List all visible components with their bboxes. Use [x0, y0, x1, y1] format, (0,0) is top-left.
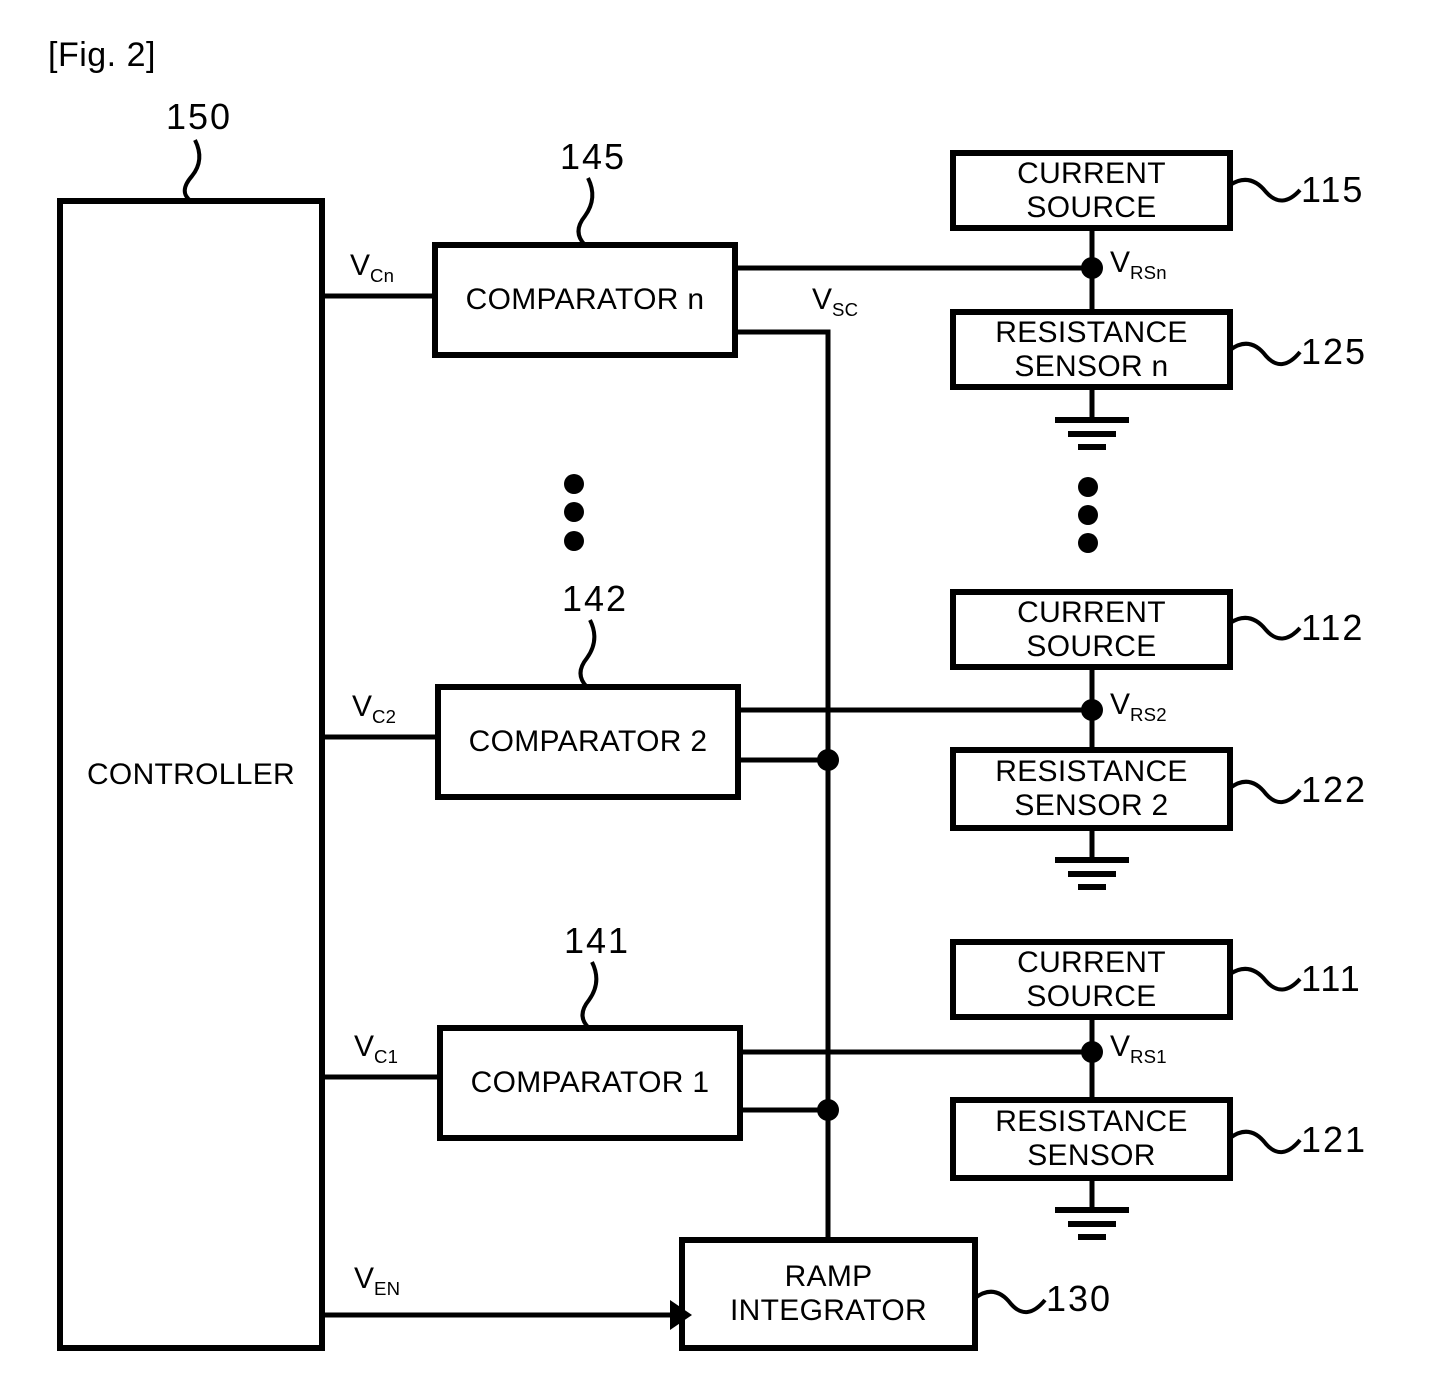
- junction-dot-vrs2: [1081, 699, 1103, 721]
- junction-dot-vrsn: [1081, 257, 1103, 279]
- ref-numeral-125: 125: [1301, 331, 1368, 372]
- leader-141: [580, 961, 599, 1030]
- signal-label-vcn: VCn: [350, 249, 394, 287]
- ground-symbol-2: [1055, 857, 1129, 890]
- signal-vcn-base: V: [350, 249, 371, 282]
- ref-numeral-122: 122: [1301, 769, 1368, 810]
- ref-numeral-150: 150: [166, 96, 233, 137]
- ground-symbol-n: [1055, 417, 1129, 450]
- junction-dot-vsc-comp2: [817, 749, 839, 771]
- signal-vrs2-base: V: [1110, 688, 1131, 721]
- signal-vrs2-sub: RS2: [1130, 704, 1167, 725]
- controller-label: CONTROLLER: [86, 757, 296, 791]
- leader-111: [1228, 966, 1302, 992]
- signal-label-ven: VEN: [354, 1262, 400, 1300]
- signal-vcn-sub: Cn: [370, 265, 395, 286]
- comparator-1-label: COMPARATOR 1: [470, 1066, 710, 1100]
- ramp-integrator-label: RAMP INTEGRATOR: [730, 1260, 927, 1327]
- wire-compn-to-vsc: [735, 329, 831, 1240]
- signal-label-vrs1: VRS1: [1110, 1030, 1167, 1068]
- signal-label-vc2: VC2: [352, 690, 396, 728]
- ground-symbol-1: [1055, 1207, 1129, 1240]
- ref-numeral-142: 142: [562, 578, 629, 619]
- ref-numeral-115: 115: [1301, 169, 1365, 210]
- signal-vrsn-base: V: [1110, 246, 1131, 279]
- resistance-sensor-1-label: RESISTANCE SENSOR: [995, 1105, 1188, 1172]
- resistance-sensor-2-label: RESISTANCE SENSOR 2: [995, 755, 1188, 822]
- ref-numeral-112: 112: [1301, 607, 1365, 648]
- ref-numeral-111: 111: [1301, 958, 1362, 999]
- signal-vc1-base: V: [354, 1030, 375, 1063]
- current-source-1-label: CURRENT SOURCE: [1017, 945, 1166, 1013]
- signal-vc2-base: V: [352, 690, 373, 723]
- leader-115: [1228, 177, 1302, 203]
- signal-vc2-sub: C2: [372, 706, 397, 727]
- leader-130: [973, 1289, 1047, 1314]
- figure-caption: [Fig. 2]: [48, 36, 156, 74]
- leader-142: [578, 619, 597, 689]
- signal-ven-base: V: [354, 1262, 375, 1295]
- signal-ven-sub: EN: [374, 1278, 401, 1299]
- comparator-n-label: COMPARATOR n: [465, 283, 705, 317]
- vertical-ellipsis-comparators: [564, 474, 584, 551]
- signal-vrs1-base: V: [1110, 1030, 1131, 1063]
- patent-figure-2: [Fig. 2] CONTROLLER COMPARATOR n COMPARA…: [0, 0, 1450, 1399]
- signal-vsc-base: V: [812, 283, 833, 316]
- ref-numeral-130: 130: [1046, 1278, 1113, 1319]
- vertical-ellipsis-sensors: [1078, 477, 1098, 553]
- leader-150: [182, 139, 202, 203]
- resistance-sensor-n-label: RESISTANCE SENSOR n: [995, 315, 1188, 383]
- current-source-n-label: CURRENT SOURCE: [1017, 156, 1166, 224]
- signal-label-vsc: VSC: [812, 283, 858, 321]
- ref-numeral-121: 121: [1301, 1119, 1368, 1160]
- leader-112: [1228, 615, 1302, 641]
- current-source-2-label: CURRENT SOURCE: [1017, 595, 1166, 663]
- leader-121: [1228, 1129, 1302, 1154]
- leader-125: [1228, 341, 1302, 366]
- signal-vsc-sub: SC: [832, 299, 859, 320]
- signal-label-vrs2: VRS2: [1110, 688, 1167, 726]
- ref-numeral-141: 141: [564, 920, 631, 961]
- junction-dot-vsc-comp1: [817, 1099, 839, 1121]
- junction-dot-vrs1: [1081, 1041, 1103, 1063]
- signal-vrsn-sub: RSn: [1130, 262, 1167, 283]
- signal-vrs1-sub: RS1: [1130, 1046, 1167, 1067]
- leader-145: [576, 177, 595, 247]
- signal-label-vrsn: VRSn: [1110, 246, 1167, 284]
- signal-vc1-sub: C1: [374, 1046, 399, 1067]
- signal-label-vc1: VC1: [354, 1030, 398, 1068]
- leader-122: [1228, 779, 1302, 804]
- comparator-2-label: COMPARATOR 2: [468, 725, 708, 759]
- ref-numeral-145: 145: [560, 136, 627, 177]
